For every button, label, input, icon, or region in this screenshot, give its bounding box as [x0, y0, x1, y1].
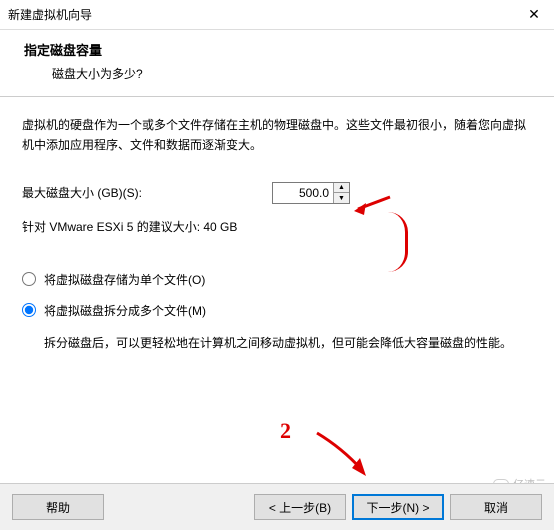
spinner-up-button[interactable]: ▲ [334, 183, 349, 194]
disk-size-label: 最大磁盘大小 (GB)(S): [22, 184, 272, 201]
help-button[interactable]: 帮助 [12, 494, 104, 520]
description-text: 虚拟机的硬盘作为一个或多个文件存储在主机的物理磁盘中。这些文件最初很小，随着您向… [22, 115, 532, 156]
split-description: 拆分磁盘后，可以更轻松地在计算机之间移动虚拟机，但可能会降低大容量磁盘的性能。 [22, 333, 532, 353]
wizard-header: 指定磁盘容量 磁盘大小为多少? [0, 30, 554, 97]
radio-single-label: 将虚拟磁盘存储为单个文件(O) [44, 271, 205, 288]
radio-single-input[interactable] [22, 272, 36, 286]
cancel-button[interactable]: 取消 [450, 494, 542, 520]
disk-size-spinner[interactable]: ▲ ▼ [272, 182, 350, 204]
back-button[interactable]: < 上一步(B) [254, 494, 346, 520]
wizard-content: 虚拟机的硬盘作为一个或多个文件存储在主机的物理磁盘中。这些文件最初很小，随着您向… [0, 97, 554, 377]
disk-size-row: 最大磁盘大小 (GB)(S): ▲ ▼ [22, 182, 532, 204]
close-button[interactable]: ✕ [514, 0, 554, 30]
annotation-number-2: 2 [280, 418, 291, 444]
next-button[interactable]: 下一步(N) > [352, 494, 444, 520]
radio-single-file[interactable]: 将虚拟磁盘存储为单个文件(O) [22, 271, 532, 288]
wizard-footer: 帮助 < 上一步(B) 下一步(N) > 取消 [0, 483, 554, 530]
window-title: 新建虚拟机向导 [8, 6, 92, 23]
annotation-arrow-2 [312, 428, 372, 478]
radio-split-input[interactable] [22, 303, 36, 317]
storage-radio-group: 将虚拟磁盘存储为单个文件(O) 将虚拟磁盘拆分成多个文件(M) 拆分磁盘后，可以… [22, 271, 532, 353]
recommended-size-text: 针对 VMware ESXi 5 的建议大小: 40 GB [22, 218, 532, 235]
header-title: 指定磁盘容量 [24, 40, 534, 59]
close-icon: ✕ [528, 6, 540, 23]
header-subtitle: 磁盘大小为多少? [24, 65, 534, 82]
spinner-down-button[interactable]: ▼ [334, 193, 349, 203]
footer-spacer [110, 494, 248, 520]
disk-size-input[interactable] [273, 183, 333, 203]
radio-split-label: 将虚拟磁盘拆分成多个文件(M) [44, 302, 206, 319]
radio-split-files[interactable]: 将虚拟磁盘拆分成多个文件(M) [22, 302, 532, 319]
titlebar: 新建虚拟机向导 ✕ [0, 0, 554, 30]
spinner-buttons: ▲ ▼ [333, 183, 349, 203]
